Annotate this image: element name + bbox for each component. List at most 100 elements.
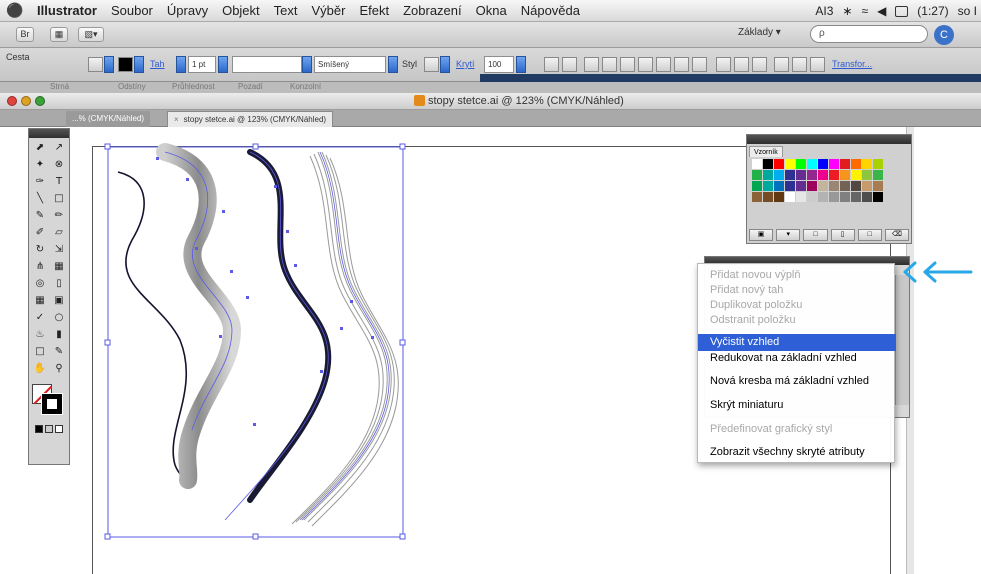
type-tool-icon[interactable]: T xyxy=(50,174,68,190)
swatch-28[interactable] xyxy=(796,181,806,191)
swatch-21[interactable] xyxy=(851,170,861,180)
brush-stroke-dark-thick[interactable] xyxy=(247,149,332,503)
swatch-13[interactable] xyxy=(763,170,773,180)
artboard-tool-icon[interactable]: □ xyxy=(31,344,49,360)
mesh-tool-icon[interactable]: ▦ xyxy=(31,293,49,309)
swatch-27[interactable] xyxy=(785,181,795,191)
lasso-tool-icon[interactable]: ⊗ xyxy=(50,157,68,173)
swatch-46[interactable] xyxy=(862,192,872,202)
menu-item-clear-appearance[interactable]: Vyčistit vzhled xyxy=(698,334,896,351)
swatch-44[interactable] xyxy=(840,192,850,202)
swatch-41[interactable] xyxy=(807,192,817,202)
swatch-23[interactable] xyxy=(873,170,883,180)
magic-wand-tool-icon[interactable]: ✦ xyxy=(31,157,49,173)
stroke-indicator[interactable] xyxy=(41,393,63,415)
swatch-options-icon[interactable]: □ xyxy=(803,229,828,241)
swatch-20[interactable] xyxy=(840,170,850,180)
swatch-6[interactable] xyxy=(818,159,828,169)
swatch-7[interactable] xyxy=(829,159,839,169)
symbol-sprayer-tool-icon[interactable]: ♨ xyxy=(31,327,49,343)
paintbrush-tool-icon[interactable]: ✎ xyxy=(31,208,49,224)
none-mode-icon[interactable] xyxy=(55,425,63,433)
slice-tool-icon[interactable]: ✎ xyxy=(50,344,68,360)
pencil-tool-icon[interactable]: ✏ xyxy=(50,208,68,224)
eyedropper-tool-icon[interactable]: ✓ xyxy=(31,310,49,326)
swatches-tab[interactable]: Vzorník xyxy=(749,146,783,157)
width-tool-icon[interactable]: ⋔ xyxy=(31,259,49,275)
blob-brush-tool-icon[interactable]: ✐ xyxy=(31,225,49,241)
swatch-9[interactable] xyxy=(851,159,861,169)
scale-tool-icon[interactable]: ⇲ xyxy=(50,242,68,258)
swatch-18[interactable] xyxy=(818,170,828,180)
swatch-1[interactable] xyxy=(763,159,773,169)
rectangle-tool-icon[interactable]: □ xyxy=(50,191,68,207)
swatch-24[interactable] xyxy=(752,181,762,191)
swatch-31[interactable] xyxy=(829,181,839,191)
swatch-12[interactable] xyxy=(752,170,762,180)
swatch-10[interactable] xyxy=(862,159,872,169)
new-swatch-icon[interactable]: □ xyxy=(857,229,882,241)
swatch-42[interactable] xyxy=(818,192,828,202)
swatch-43[interactable] xyxy=(829,192,839,202)
swatch-37[interactable] xyxy=(763,192,773,202)
menu-item-reduce-basic-appearance[interactable]: Redukovat na základní vzhled xyxy=(698,350,896,367)
swatch-47[interactable] xyxy=(873,192,883,202)
swatch-22[interactable] xyxy=(862,170,872,180)
blend-tool-icon[interactable]: ○ xyxy=(50,310,68,326)
swatch-45[interactable] xyxy=(851,192,861,202)
gradient-mode-icon[interactable] xyxy=(45,425,53,433)
swatch-16[interactable] xyxy=(796,170,806,180)
eraser-tool-icon[interactable]: ▱ xyxy=(50,225,68,241)
fill-stroke-control[interactable] xyxy=(32,384,66,418)
hand-tool-icon[interactable]: ✋ xyxy=(31,361,49,377)
swatch-2[interactable] xyxy=(774,159,784,169)
brush-stroke-bristle[interactable] xyxy=(291,151,399,527)
swatch-32[interactable] xyxy=(840,181,850,191)
direct-selection-tool-icon[interactable]: ↗ xyxy=(50,140,68,156)
selection-tool-icon[interactable]: ⬈ xyxy=(31,140,49,156)
menu-item-hide-thumbnail[interactable]: Skrýt miniaturu xyxy=(698,397,896,414)
pen-tool-icon[interactable]: ✑ xyxy=(31,174,49,190)
swatch-0[interactable] xyxy=(752,159,762,169)
menu-item-show-hidden-attributes[interactable]: Zobrazit všechny skryté atributy xyxy=(698,444,896,461)
swatch-36[interactable] xyxy=(752,192,762,202)
swatch-39[interactable] xyxy=(785,192,795,202)
perspective-grid-tool-icon[interactable]: ▯ xyxy=(50,276,68,292)
color-mode-icon[interactable] xyxy=(35,425,43,433)
swatch-29[interactable] xyxy=(807,181,817,191)
swatch-4[interactable] xyxy=(796,159,806,169)
appearance-panel-scroll[interactable] xyxy=(895,275,909,405)
zoom-tool-icon[interactable]: ⚲ xyxy=(50,361,68,377)
tools-panel-header[interactable] xyxy=(29,129,69,138)
new-color-group-icon[interactable]: ▯ xyxy=(830,229,855,241)
swatch-33[interactable] xyxy=(851,181,861,191)
shape-builder-tool-icon[interactable]: ◎ xyxy=(31,276,49,292)
swatch-35[interactable] xyxy=(873,181,883,191)
swatch-15[interactable] xyxy=(785,170,795,180)
swatch-19[interactable] xyxy=(829,170,839,180)
swatch-8[interactable] xyxy=(840,159,850,169)
swatch-libraries-icon[interactable]: ▣ xyxy=(749,229,774,241)
swatch-25[interactable] xyxy=(763,181,773,191)
swatch-40[interactable] xyxy=(796,192,806,202)
swatch-34[interactable] xyxy=(862,181,872,191)
swatch-3[interactable] xyxy=(785,159,795,169)
delete-swatch-icon[interactable]: ⌫ xyxy=(884,229,910,241)
menu-item-new-art-basic-appearance[interactable]: Nová kresba má základní vzhled xyxy=(698,373,896,390)
gradient-tool-icon[interactable]: ▣ xyxy=(50,293,68,309)
swatch-26[interactable] xyxy=(774,181,784,191)
column-graph-tool-icon[interactable]: ▮ xyxy=(50,327,68,343)
selection-bounding-box[interactable] xyxy=(107,146,404,538)
swatch-14[interactable] xyxy=(774,170,784,180)
line-tool-icon[interactable]: ╲ xyxy=(31,191,49,207)
bounding-box-handles[interactable] xyxy=(104,143,406,540)
free-transform-tool-icon[interactable]: ▦ xyxy=(50,259,68,275)
swatch-5[interactable] xyxy=(807,159,817,169)
swatch-11[interactable] xyxy=(873,159,883,169)
rotate-tool-icon[interactable]: ↻ xyxy=(31,242,49,258)
swatch-17[interactable] xyxy=(807,170,817,180)
show-swatch-kinds-icon[interactable]: ▾ xyxy=(776,229,801,241)
swatches-panel-header[interactable] xyxy=(747,135,911,144)
swatch-38[interactable] xyxy=(774,192,784,202)
swatch-30[interactable] xyxy=(818,181,828,191)
